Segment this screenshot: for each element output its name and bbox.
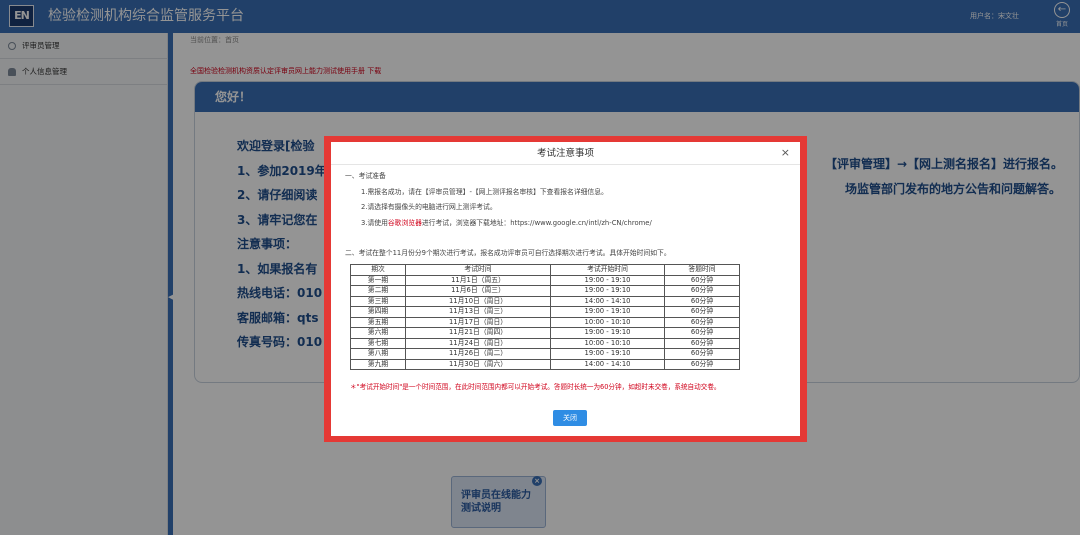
exam-notice-dialog: 考试注意事项 × 一、考试准备 1.需报名成功，请在【评审员管理】-【网上测评报… [331,142,800,436]
table-cell: 60分钟 [664,327,740,339]
prep-item: 2.请选择有摄像头的电脑进行网上测评考试。 [361,203,497,211]
table-cell: 第二期 [350,285,406,297]
dialog-title: 考试注意事项 [331,142,800,165]
table-cell: 10:00 - 10:10 [550,337,665,349]
table-row: 第一期 11月1日（周五） 19:00 - 19:10 60分钟 [350,274,740,286]
table-cell: 19:00 - 19:10 [550,327,665,339]
table-header: 答题时间 [664,264,740,276]
table-cell: 60分钟 [664,337,740,349]
table-row: 第八期 11月26日（周二） 19:00 - 19:10 60分钟 [350,348,740,360]
modal-highlight-frame: 考试注意事项 × 一、考试准备 1.需报名成功，请在【评审员管理】-【网上测评报… [324,136,807,442]
table-row: 第四期 11月13日（周三） 19:00 - 19:10 60分钟 [350,306,740,318]
table-cell: 11月21日（周四） [405,327,551,339]
table-header-row: 期次 考试时间 考试开始时间 答题时间 [350,264,740,276]
close-button[interactable]: 关闭 [553,410,587,426]
table-cell: 11月17日（周日） [405,316,551,328]
table-cell: 14:00 - 14:10 [550,295,665,307]
section-heading: 二、考试在整个11月份分9个期次进行考试，报名成功评审员可自行选择期次进行考试。… [345,249,671,257]
table-cell: 11月13日（周三） [405,306,551,318]
table-cell: 19:00 - 19:10 [550,274,665,286]
table-cell: 60分钟 [664,348,740,360]
table-cell: 60分钟 [664,306,740,318]
table-cell: 第三期 [350,295,406,307]
close-icon[interactable]: × [781,146,790,159]
exam-note: ＊"考试开始时间"是一个时间范围，在此时间范围内都可以开始考试。答题时长统一为6… [350,383,721,391]
table-cell: 60分钟 [664,358,740,370]
table-cell: 19:00 - 19:10 [550,306,665,318]
table-cell: 第九期 [350,358,406,370]
table-cell: 11月6日（周三） [405,285,551,297]
section-heading: 一、考试准备 [345,172,386,180]
table-cell: 第四期 [350,306,406,318]
prep-item: 3.请使用谷歌浏览器进行考试，浏览器下载地址：https://www.googl… [345,216,791,232]
table-cell: 第七期 [350,337,406,349]
table-row: 第五期 11月17日（周日） 10:00 - 10:10 60分钟 [350,316,740,328]
table-cell: 60分钟 [664,274,740,286]
table-cell: 14:00 - 14:10 [550,358,665,370]
table-cell: 10:00 - 10:10 [550,316,665,328]
table-cell: 19:00 - 19:10 [550,348,665,360]
table-header: 考试时间 [405,264,551,276]
table-cell: 第八期 [350,348,406,360]
chrome-link[interactable]: 谷歌浏览器 [388,219,422,227]
exam-schedule-table: 期次 考试时间 考试开始时间 答题时间 第一期 11月1日（周五） 19:00 - … [350,264,740,370]
table-cell: 11月24日（周日） [405,337,551,349]
table-row: 第七期 11月24日（周日） 10:00 - 10:10 60分钟 [350,337,740,349]
table-header: 期次 [350,264,406,276]
table-cell: 11月1日（周五） [405,274,551,286]
table-header: 考试开始时间 [550,264,665,276]
prep-text: 进行考试，浏览器下载地址：https://www.google.cn/intl/… [421,218,652,227]
table-row: 第九期 11月30日（周六） 14:00 - 14:10 60分钟 [350,358,740,370]
table-cell: 11月10日（周日） [405,295,551,307]
table-cell: 11月30日（周六） [405,358,551,370]
table-cell: 第五期 [350,316,406,328]
table-cell: 60分钟 [664,316,740,328]
table-cell: 第一期 [350,274,406,286]
table-cell: 60分钟 [664,285,740,297]
table-cell: 60分钟 [664,295,740,307]
table-cell: 第六期 [350,327,406,339]
prep-item: 1.需报名成功，请在【评审员管理】-【网上测评报名审核】下查看报名详细信息。 [361,187,608,196]
dialog-body[interactable]: 一、考试准备 1.需报名成功，请在【评审员管理】-【网上测评报名审核】下查看报名… [345,169,791,402]
prep-text: 3.请使用 [361,218,388,227]
table-row: 第三期 11月10日（周日） 14:00 - 14:10 60分钟 [350,295,740,307]
table-row: 第六期 11月21日（周四） 19:00 - 19:10 60分钟 [350,327,740,339]
table-cell: 11月26日（周二） [405,348,551,360]
table-row: 第二期 11月6日（周三） 19:00 - 19:10 60分钟 [350,285,740,297]
table-cell: 19:00 - 19:10 [550,285,665,297]
